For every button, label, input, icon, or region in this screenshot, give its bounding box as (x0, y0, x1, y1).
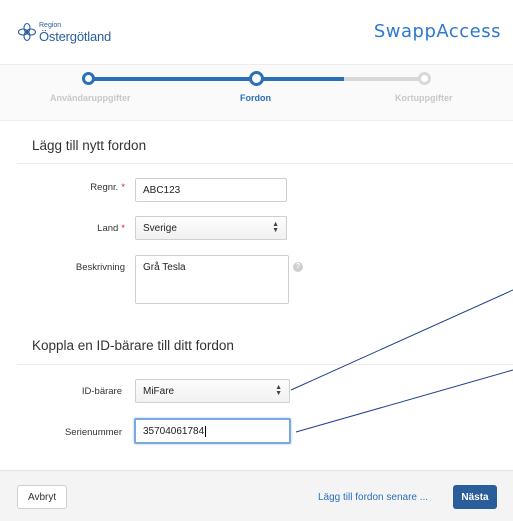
step-label-vehicle: Fordon (240, 93, 271, 103)
land-select-value: Sverige (143, 222, 177, 234)
step-node-3 (418, 72, 431, 85)
land-label: Land * (97, 223, 125, 234)
app-header: Region Östergötland SwappAccess (0, 0, 513, 65)
id-carrier-section-title: Koppla en ID-bärare till ditt fordon (32, 338, 234, 353)
step-node-2[interactable] (249, 71, 264, 86)
up-down-caret-icon: ▲ ▼ (272, 221, 279, 234)
description-textarea[interactable]: Grå Tesla (135, 255, 289, 304)
id-carrier-label: ID-bärare (81, 386, 122, 397)
serial-number-label: Serienummer (64, 427, 122, 438)
id-carrier-select-value: MiFare (143, 385, 175, 397)
stepper-track-todo (344, 77, 424, 81)
add-vehicle-later-link[interactable]: Lägg till fordon senare ... (318, 492, 428, 503)
description-label: Beskrivning (75, 262, 125, 273)
logo-region-text: Region (39, 22, 62, 29)
step-label-card-details: Kortuppgifter (395, 93, 453, 103)
regnr-label: Regnr. * (90, 182, 125, 193)
stepper-track-done (88, 77, 258, 81)
callout-line-serial (295, 369, 513, 433)
brand-title: SwappAccess (373, 21, 501, 42)
help-icon[interactable]: ? (293, 262, 303, 272)
section-divider (17, 163, 513, 164)
land-select[interactable]: Sverige ▲ ▼ (135, 216, 287, 240)
step-node-1[interactable] (82, 72, 95, 85)
cancel-button[interactable]: Avbryt (17, 485, 68, 509)
vehicle-section-title: Lägg till nytt fordon (32, 138, 147, 153)
stepper-track-progress (258, 77, 344, 81)
region-flower-logo-icon (17, 22, 37, 42)
text-caret (205, 425, 207, 437)
serial-number-input[interactable]: 35704061784 (134, 418, 291, 444)
next-button[interactable]: Nästa (453, 485, 497, 509)
regnr-input[interactable]: ABC123 (135, 178, 287, 202)
required-mark: * (121, 182, 125, 193)
up-down-caret-icon: ▲ ▼ (275, 384, 282, 397)
section-divider (17, 364, 513, 365)
logo-name-text: Östergötland (39, 29, 112, 44)
required-mark: * (121, 223, 125, 234)
callout-line-carrier (290, 289, 513, 391)
serial-number-value: 35704061784 (143, 425, 205, 437)
region-logo: Region Östergötland (17, 22, 111, 43)
step-label-user-details[interactable]: Användaruppgifter (50, 93, 131, 103)
id-carrier-select[interactable]: MiFare ▲ ▼ (135, 379, 290, 403)
progress-stepper: Användaruppgifter Fordon Kortuppgifter (0, 65, 513, 121)
form-footer: Avbryt Lägg till fordon senare ... Nästa (0, 470, 513, 521)
